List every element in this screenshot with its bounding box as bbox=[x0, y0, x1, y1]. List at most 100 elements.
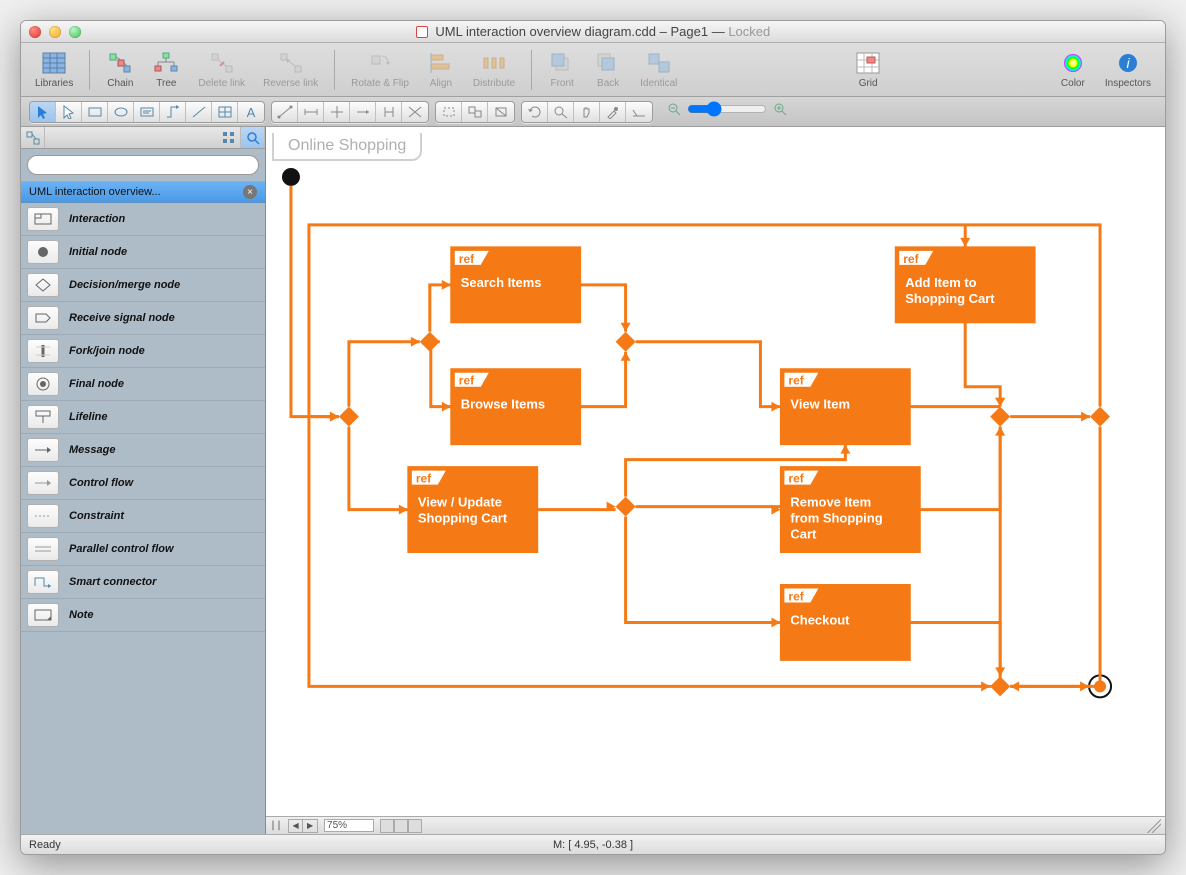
distribute-button[interactable]: Distribute bbox=[467, 50, 521, 89]
connector[interactable] bbox=[430, 285, 451, 332]
connector[interactable] bbox=[581, 352, 626, 407]
library-item[interactable]: Interaction bbox=[21, 203, 265, 236]
library-search-input[interactable] bbox=[27, 155, 259, 175]
connector[interactable] bbox=[291, 186, 339, 417]
snap-size-tool[interactable] bbox=[376, 102, 402, 122]
library-item[interactable]: Control flow bbox=[21, 467, 265, 500]
snap-v-tool[interactable] bbox=[350, 102, 376, 122]
minimize-window-button[interactable] bbox=[49, 26, 61, 38]
hscroll-drag-icon[interactable]: || bbox=[270, 820, 282, 831]
point-tool[interactable] bbox=[56, 102, 82, 122]
library-tab-grid[interactable] bbox=[217, 127, 241, 148]
connector[interactable] bbox=[431, 342, 451, 407]
connector[interactable] bbox=[349, 342, 420, 407]
connector[interactable] bbox=[636, 342, 781, 407]
zoom-slider[interactable] bbox=[687, 101, 767, 122]
connector[interactable] bbox=[910, 622, 1000, 676]
zoom-in-icon[interactable] bbox=[773, 102, 787, 121]
guide-1-tool[interactable] bbox=[436, 102, 462, 122]
crop-tool[interactable] bbox=[626, 102, 652, 122]
snap-center-tool[interactable] bbox=[402, 102, 428, 122]
library-item[interactable]: Fork/join node bbox=[21, 335, 265, 368]
connector[interactable] bbox=[581, 285, 626, 332]
page-thumb[interactable] bbox=[380, 819, 394, 833]
snap-h-tool[interactable] bbox=[324, 102, 350, 122]
decision-node[interactable] bbox=[339, 407, 359, 427]
align-button[interactable]: Align bbox=[421, 50, 461, 89]
page-next-button[interactable]: ▶ bbox=[303, 820, 317, 832]
snap-grid-tool[interactable] bbox=[272, 102, 298, 122]
ellipse-shape-tool[interactable] bbox=[108, 102, 134, 122]
page-thumb[interactable] bbox=[408, 819, 422, 833]
ref-node[interactable]: refAdd Item toShopping Cart bbox=[895, 247, 1035, 323]
library-item[interactable]: Final node bbox=[21, 368, 265, 401]
connector[interactable] bbox=[626, 517, 781, 623]
line-tool[interactable] bbox=[186, 102, 212, 122]
libraries-button[interactable]: Libraries bbox=[29, 50, 79, 89]
connector[interactable] bbox=[965, 323, 1000, 407]
text-tool[interactable]: A bbox=[238, 102, 264, 122]
initial-node[interactable] bbox=[282, 168, 300, 186]
decision-node[interactable] bbox=[616, 497, 636, 517]
chain-button[interactable]: Chain bbox=[100, 50, 140, 89]
library-item[interactable]: Lifeline bbox=[21, 401, 265, 434]
library-section-header[interactable]: UML interaction overview... × bbox=[21, 181, 265, 203]
library-item[interactable]: Constraint bbox=[21, 500, 265, 533]
connector[interactable] bbox=[1010, 427, 1100, 687]
identical-button[interactable]: Identical bbox=[634, 50, 683, 89]
connector[interactable] bbox=[920, 427, 1000, 510]
ref-node[interactable]: refBrowse Items bbox=[451, 369, 581, 445]
library-section-close-icon[interactable]: × bbox=[243, 185, 257, 199]
back-button[interactable]: Back bbox=[588, 50, 628, 89]
library-tab-tree[interactable] bbox=[21, 127, 45, 148]
refresh-tool[interactable] bbox=[522, 102, 548, 122]
rotate-flip-button[interactable]: Rotate & Flip bbox=[345, 50, 415, 89]
library-item[interactable]: Note bbox=[21, 599, 265, 632]
library-tab-search[interactable] bbox=[241, 127, 265, 148]
library-item[interactable]: Smart connector bbox=[21, 566, 265, 599]
ref-node[interactable]: refRemove Itemfrom ShoppingCart bbox=[780, 467, 920, 553]
guide-3-tool[interactable] bbox=[488, 102, 514, 122]
arrowhead-icon bbox=[621, 352, 631, 361]
arrowhead-icon bbox=[1081, 412, 1090, 422]
color-button[interactable]: Color bbox=[1053, 50, 1093, 89]
select-tool[interactable] bbox=[30, 102, 56, 122]
zoom-dropdown[interactable]: 75% bbox=[324, 819, 374, 832]
inspectors-button[interactable]: i Inspectors bbox=[1099, 50, 1157, 89]
ref-node[interactable]: refView Item bbox=[780, 369, 910, 445]
ref-node[interactable]: refView / UpdateShopping Cart bbox=[408, 467, 538, 553]
reverse-link-button[interactable]: Reverse link bbox=[257, 50, 324, 89]
rect-shape-tool[interactable] bbox=[82, 102, 108, 122]
svg-text:Cart: Cart bbox=[790, 527, 817, 542]
guide-2-tool[interactable] bbox=[462, 102, 488, 122]
tree-button[interactable]: Tree bbox=[146, 50, 186, 89]
eyedrop-tool[interactable] bbox=[600, 102, 626, 122]
resize-grip-icon[interactable] bbox=[1147, 819, 1161, 833]
zoom-window-button[interactable] bbox=[69, 26, 81, 38]
library-item[interactable]: Receive signal node bbox=[21, 302, 265, 335]
decision-node[interactable] bbox=[990, 407, 1010, 427]
page-prev-button[interactable]: ◀ bbox=[289, 820, 303, 832]
connector[interactable] bbox=[349, 427, 408, 510]
connector-tool[interactable] bbox=[160, 102, 186, 122]
library-item[interactable]: Parallel control flow bbox=[21, 533, 265, 566]
library-item[interactable]: Initial node bbox=[21, 236, 265, 269]
library-item[interactable]: Decision/merge node bbox=[21, 269, 265, 302]
grid-button[interactable]: Grid bbox=[848, 50, 888, 89]
page-thumb[interactable] bbox=[394, 819, 408, 833]
zoom-out-icon[interactable] bbox=[667, 102, 681, 121]
table-tool[interactable] bbox=[212, 102, 238, 122]
snap-obj-tool[interactable] bbox=[298, 102, 324, 122]
close-window-button[interactable] bbox=[29, 26, 41, 38]
decision-node[interactable] bbox=[616, 332, 636, 352]
ref-node[interactable]: refSearch Items bbox=[451, 247, 581, 323]
canvas[interactable]: Online Shopping refSearch ItemsrefBrowse… bbox=[266, 127, 1165, 816]
delete-link-button[interactable]: Delete link bbox=[192, 50, 251, 89]
zoom-tool[interactable] bbox=[548, 102, 574, 122]
front-button[interactable]: Front bbox=[542, 50, 582, 89]
library-item[interactable]: Message bbox=[21, 434, 265, 467]
pan-tool[interactable] bbox=[574, 102, 600, 122]
ref-node[interactable]: refCheckout bbox=[780, 584, 910, 660]
decision-node[interactable] bbox=[1090, 407, 1110, 427]
text-box-tool[interactable] bbox=[134, 102, 160, 122]
